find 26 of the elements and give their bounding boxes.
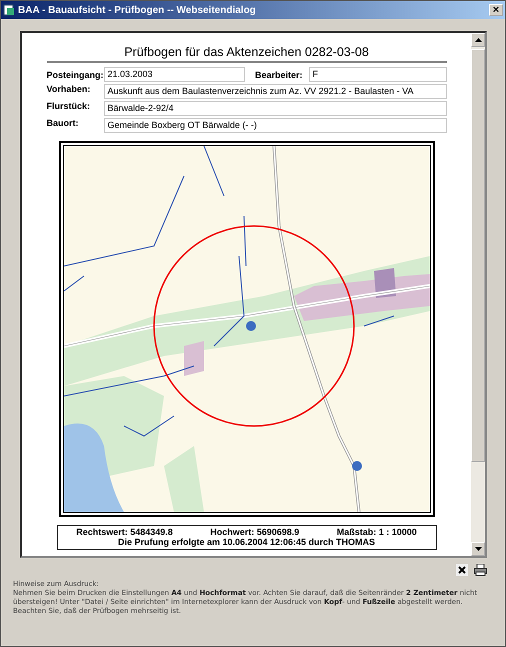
field-label: Vorhaben: [46, 84, 92, 96]
down-arrow-icon [474, 547, 482, 551]
field-value: Bärwalde-2-92/4 [104, 101, 446, 116]
field-label: Posteingang: [46, 70, 102, 80]
field-label: Bearbeiter: [254, 70, 304, 80]
window-title: BAA - Bauaufsicht - Prüfbogen -- Webseitendialog [18, 4, 257, 16]
hochwert-text: Hochwert: 5690698.9 [210, 527, 300, 537]
up-arrow-icon [474, 38, 482, 42]
page-heading: Prüfbogen für das Aktenzeichen 0282-03-08 [46, 45, 446, 63]
scale-text: Maßstab: 1 : 10000 [336, 527, 417, 537]
close-icon[interactable] [456, 564, 468, 576]
scrollbar[interactable] [471, 33, 485, 556]
app-icon [3, 4, 15, 16]
inspection-text: Die Prufung erfolgte am 10.06.2004 12:06:45 durch THOMAS [118, 537, 376, 547]
scroll-down-button[interactable] [471, 542, 485, 556]
field-value: Gemeinde Boxberg OT Bärwalde (- -) [104, 118, 446, 133]
scroll-up-button[interactable] [471, 33, 485, 47]
printer-icon[interactable] [474, 564, 487, 576]
field-label: Flurstück: [46, 101, 92, 113]
field-label: Bauort: [46, 118, 80, 130]
close-button[interactable]: × [489, 4, 503, 16]
field-value: Auskunft aus dem Baulastenverzeichnis zum Az. VV 2921.2 - Baulasten - VA [104, 84, 446, 99]
field-value: F [308, 67, 446, 82]
rechtswert-text: Rechtswert: 5484349.8 [76, 527, 173, 537]
scroll-thumb[interactable] [471, 49, 485, 462]
field-value: 21.03.2003 [104, 67, 244, 82]
